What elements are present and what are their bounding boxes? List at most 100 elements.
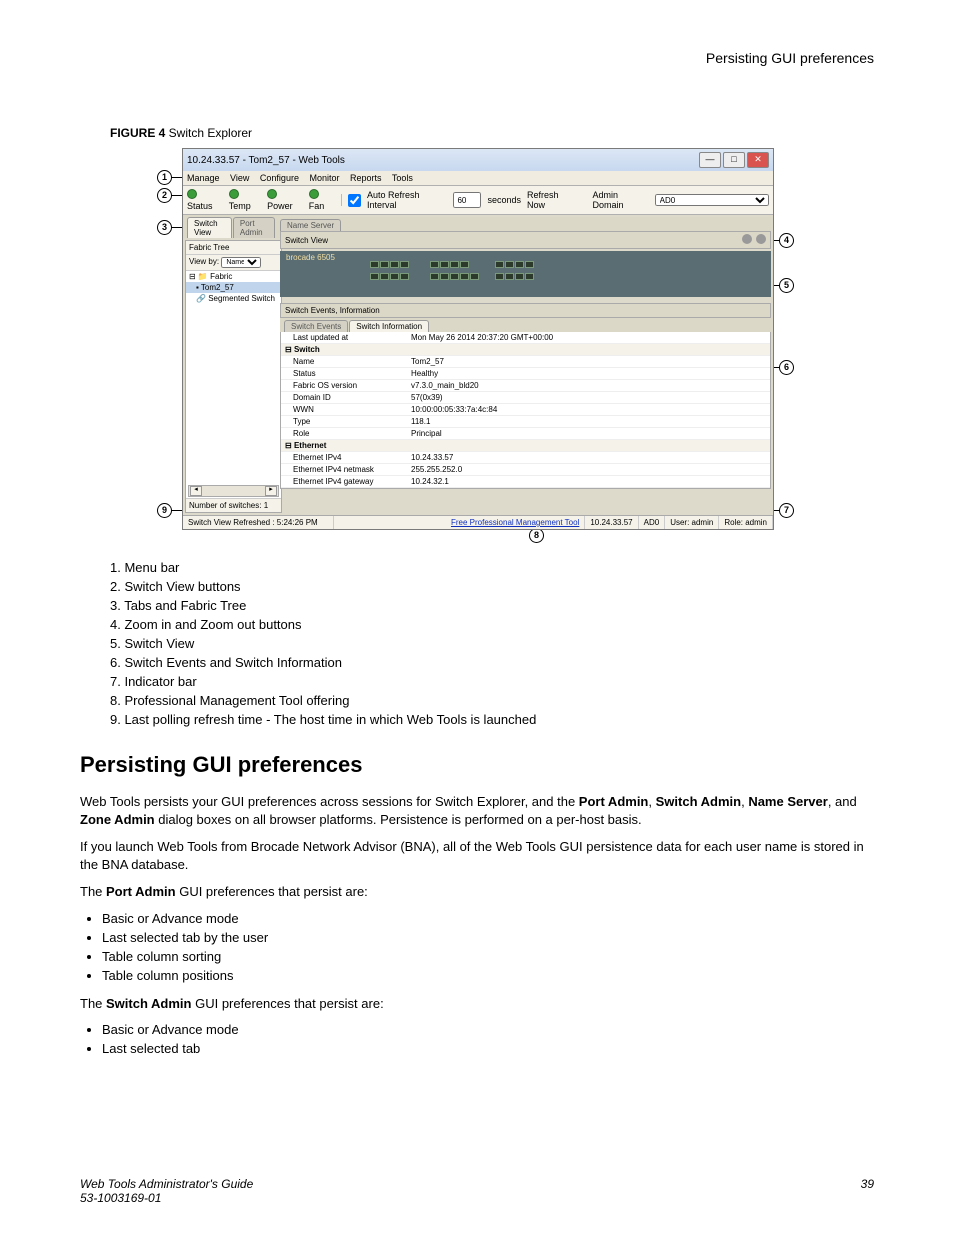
text: dialog boxes on all browser platforms. P… bbox=[155, 812, 642, 827]
tree-node-selected[interactable]: ▪ Tom2_57 bbox=[186, 282, 281, 293]
info-tabstrip: Switch Events Switch Information bbox=[280, 318, 771, 332]
menu-tools[interactable]: Tools bbox=[392, 173, 413, 183]
port-icon[interactable] bbox=[505, 273, 514, 280]
port-icon[interactable] bbox=[495, 261, 504, 268]
refresh-now-button[interactable]: Refresh Now bbox=[527, 190, 577, 210]
scroll-right-icon[interactable]: ▸ bbox=[265, 486, 277, 496]
table-section[interactable]: ⊟ Switch bbox=[281, 344, 770, 356]
port-icon[interactable] bbox=[380, 273, 389, 280]
list-item: Basic or Advance mode bbox=[102, 1022, 874, 1037]
power-label: Power bbox=[267, 201, 293, 211]
port-icon[interactable] bbox=[370, 261, 379, 268]
bold-text: Port Admin bbox=[579, 794, 649, 809]
port-icon[interactable] bbox=[515, 261, 524, 268]
port-icon[interactable] bbox=[460, 261, 469, 268]
cell-key: Name bbox=[281, 356, 407, 367]
table-section[interactable]: ⊟ Ethernet bbox=[281, 440, 770, 452]
view-by-select[interactable]: Name bbox=[221, 257, 261, 268]
left-column: Switch View Port Admin Fabric Tree View … bbox=[183, 215, 280, 515]
figure-caption: FIGURE 4 Switch Explorer bbox=[110, 126, 874, 140]
zoom-out-icon[interactable] bbox=[756, 234, 766, 244]
port-icon[interactable] bbox=[400, 273, 409, 280]
port-icon[interactable] bbox=[450, 261, 459, 268]
port-icon[interactable] bbox=[515, 273, 524, 280]
paragraph: Web Tools persists your GUI preferences … bbox=[80, 793, 874, 828]
admin-domain-select[interactable]: AD0 bbox=[655, 194, 769, 206]
legend-item: 9. Last polling refresh time - The host … bbox=[110, 712, 874, 727]
menu-reports[interactable]: Reports bbox=[350, 173, 382, 183]
professional-tool-link[interactable]: Free Professional Management Tool bbox=[451, 518, 579, 527]
fan-button[interactable]: Fan bbox=[309, 189, 335, 211]
figure-title: Switch Explorer bbox=[165, 126, 252, 140]
port-icon[interactable] bbox=[450, 273, 459, 280]
status-user: User: admin bbox=[665, 516, 719, 529]
port-icon[interactable] bbox=[460, 273, 469, 280]
port-group bbox=[495, 261, 534, 268]
port-icon[interactable] bbox=[370, 273, 379, 280]
port-icon[interactable] bbox=[400, 261, 409, 268]
text: The bbox=[80, 884, 106, 899]
tree-node[interactable]: 🔗 Segmented Switch bbox=[186, 293, 281, 304]
port-icon[interactable] bbox=[470, 273, 479, 280]
status-ip: 10.24.33.57 bbox=[585, 516, 638, 529]
port-icon[interactable] bbox=[440, 273, 449, 280]
tab-name-server[interactable]: Name Server bbox=[280, 219, 341, 231]
bold-text: Port Admin bbox=[106, 884, 176, 899]
port-icon[interactable] bbox=[525, 273, 534, 280]
port-icon[interactable] bbox=[390, 261, 399, 268]
app-window: 10.24.33.57 - Tom2_57 - Web Tools — □ ✕ … bbox=[182, 148, 774, 530]
scroll-left-icon[interactable]: ◂ bbox=[190, 486, 202, 496]
tab-switch-information[interactable]: Switch Information bbox=[349, 320, 429, 332]
port-icon[interactable] bbox=[505, 261, 514, 268]
tab-switch-view[interactable]: Switch View bbox=[187, 217, 232, 238]
menu-view[interactable]: View bbox=[230, 173, 249, 183]
bold-text: Switch Admin bbox=[106, 996, 191, 1011]
tab-switch-events[interactable]: Switch Events bbox=[284, 320, 348, 332]
port-icon[interactable] bbox=[525, 261, 534, 268]
cell-value: 57(0x39) bbox=[407, 392, 770, 403]
text: , and bbox=[828, 794, 857, 809]
interval-input[interactable] bbox=[453, 192, 481, 208]
menu-configure[interactable]: Configure bbox=[260, 173, 299, 183]
port-icon[interactable] bbox=[495, 273, 504, 280]
bold-text: Switch Admin bbox=[656, 794, 741, 809]
fabric-tree-header: Fabric Tree bbox=[186, 241, 281, 255]
auto-refresh-checkbox[interactable] bbox=[348, 194, 361, 207]
port-icon[interactable] bbox=[380, 261, 389, 268]
cell-value bbox=[399, 440, 770, 451]
port-icon[interactable] bbox=[390, 273, 399, 280]
switch-graphic[interactable]: brocade 6505 bbox=[280, 251, 771, 297]
minimize-button[interactable]: — bbox=[699, 152, 721, 168]
legend-item: 4. Zoom in and Zoom out buttons bbox=[110, 617, 874, 632]
callout-3: 3 bbox=[157, 220, 172, 235]
switch-view-label: Switch View bbox=[285, 236, 328, 245]
tree-node-1-label: Tom2_57 bbox=[201, 283, 234, 292]
callout-line bbox=[171, 195, 182, 196]
text: , bbox=[648, 794, 655, 809]
h-scrollbar[interactable]: ◂▸ bbox=[188, 485, 279, 497]
switch-events-header: Switch Events, Information bbox=[280, 303, 771, 318]
temp-button[interactable]: Temp bbox=[229, 189, 261, 211]
legend-item: 7. Indicator bar bbox=[110, 674, 874, 689]
port-icon[interactable] bbox=[430, 261, 439, 268]
tab-port-admin[interactable]: Port Admin bbox=[233, 217, 275, 238]
menu-monitor[interactable]: Monitor bbox=[309, 173, 339, 183]
zoom-in-icon[interactable] bbox=[742, 234, 752, 244]
status-spacer: Free Professional Management Tool bbox=[334, 516, 585, 529]
legend-item: 6. Switch Events and Switch Information bbox=[110, 655, 874, 670]
cell-key: Ethernet IPv4 bbox=[281, 452, 407, 463]
callout-4: 4 bbox=[779, 233, 794, 248]
status-button[interactable]: Status bbox=[187, 189, 223, 211]
text: GUI preferences that persist are: bbox=[176, 884, 368, 899]
port-icon[interactable] bbox=[430, 273, 439, 280]
maximize-button[interactable]: □ bbox=[723, 152, 745, 168]
menu-manage[interactable]: Manage bbox=[187, 173, 220, 183]
admin-domain-label: Admin Domain bbox=[592, 190, 648, 210]
table-row: Fabric OS versionv7.3.0_main_bld20 bbox=[281, 380, 770, 392]
port-icon[interactable] bbox=[440, 261, 449, 268]
close-button[interactable]: ✕ bbox=[747, 152, 769, 168]
power-button[interactable]: Power bbox=[267, 189, 303, 211]
guide-title: Web Tools Administrator's Guide bbox=[80, 1177, 253, 1191]
tree-root[interactable]: ⊟ 📁 Fabric bbox=[186, 271, 281, 282]
callout-5: 5 bbox=[779, 278, 794, 293]
